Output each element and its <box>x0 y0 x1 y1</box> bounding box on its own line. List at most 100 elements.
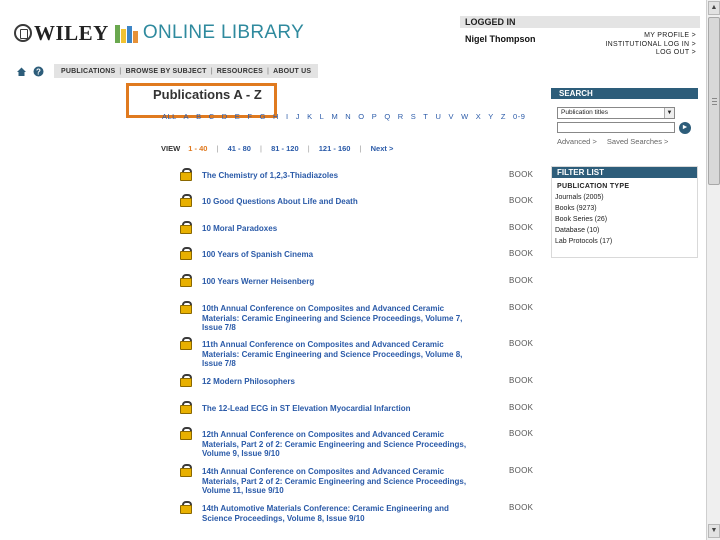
lock-icon <box>180 374 192 387</box>
page-link[interactable]: 81 - 120 <box>271 144 299 153</box>
wiley-seal-icon <box>14 24 32 42</box>
publication-title-link[interactable]: The 12-Lead ECG in ST Elevation Myocardi… <box>202 404 474 414</box>
letter-i[interactable]: I <box>286 112 289 121</box>
letter-v[interactable]: V <box>448 112 454 121</box>
search-scope-select[interactable]: Publication titles ▼ <box>557 107 675 119</box>
publication-type: BOOK <box>509 339 534 348</box>
publication-title-link[interactable]: 11th Annual Conference on Composites and… <box>202 340 474 369</box>
wiley-online-library-logo[interactable]: WILEY ONLINE LIBRARY <box>14 20 304 46</box>
publication-title-link[interactable]: 14th Annual Conference on Composites and… <box>202 467 474 496</box>
letter-b[interactable]: B <box>196 112 202 121</box>
publication-title-link[interactable]: 10 Good Questions About Life and Death <box>202 197 474 207</box>
filter-database[interactable]: Database (10) <box>555 227 599 234</box>
letter-r[interactable]: R <box>398 112 404 121</box>
filter-book-series[interactable]: Book Series (26) <box>555 216 607 223</box>
nav-menu: PUBLICATIONS | BROWSE BY SUBJECT | RESOU… <box>54 64 319 78</box>
nav-publications[interactable]: PUBLICATIONS <box>61 68 115 75</box>
letter-d[interactable]: D <box>222 112 228 121</box>
page-separator: | <box>359 144 362 153</box>
letter-a[interactable]: A <box>184 112 190 121</box>
advanced-search-link[interactable]: Advanced > <box>557 137 597 146</box>
letter-q[interactable]: Q <box>384 112 390 121</box>
my-profile-link[interactable]: MY PROFILE > <box>605 32 696 41</box>
user-name: Nigel Thompson <box>465 34 536 44</box>
saved-searches-link[interactable]: Saved Searches > <box>607 137 669 146</box>
letter-s[interactable]: S <box>411 112 417 121</box>
publication-title-link[interactable]: 100 Years Werner Heisenberg <box>202 277 474 287</box>
letter-g[interactable]: G <box>260 112 266 121</box>
chevron-down-icon[interactable]: ▼ <box>664 108 674 118</box>
page-separator: | <box>260 144 262 153</box>
page: WILEY ONLINE LIBRARY LOGGED IN Nigel Tho… <box>0 0 720 540</box>
publication-type: BOOK <box>509 503 534 512</box>
letter-t[interactable]: T <box>423 112 428 121</box>
letter-w[interactable]: W <box>461 112 469 121</box>
letter-k[interactable]: K <box>307 112 313 121</box>
lock-icon <box>180 221 192 234</box>
lock-icon <box>180 274 192 287</box>
publication-title-link[interactable]: 14th Automotive Materials Conference: Ce… <box>202 504 474 523</box>
scroll-down-icon[interactable]: ▼ <box>708 524 720 538</box>
letter-0-9[interactable]: 0-9 <box>513 112 525 121</box>
filter-heading: FILTER LIST <box>552 167 697 178</box>
letter-n[interactable]: N <box>345 112 351 121</box>
letter-all[interactable]: ALL <box>162 112 177 121</box>
lock-icon <box>180 427 192 440</box>
filter-books[interactable]: Books (9273) <box>555 205 597 212</box>
publication-title-link[interactable]: The Chemistry of 1,2,3-Thiadiazoles <box>202 171 474 181</box>
page-link[interactable]: 41 - 80 <box>228 144 251 153</box>
lock-icon <box>180 337 192 350</box>
lock-icon <box>180 194 192 207</box>
nav-separator: | <box>119 67 122 75</box>
publication-type: BOOK <box>509 429 534 438</box>
filter-journals[interactable]: Journals (2005) <box>555 194 604 201</box>
filter-lab-protocols[interactable]: Lab Protocols (17) <box>555 238 612 245</box>
search-links: Advanced > Saved Searches > <box>557 137 668 146</box>
go-arrow-icon[interactable]: ► <box>679 122 691 134</box>
log-out-link[interactable]: LOG OUT > <box>605 49 696 58</box>
grip-line <box>712 101 717 102</box>
publication-title-link[interactable]: 12 Modern Philosophers <box>202 377 474 387</box>
logo-online-library-text: ONLINE LIBRARY <box>142 22 305 43</box>
letter-u[interactable]: U <box>435 112 441 121</box>
letter-c[interactable]: C <box>209 112 215 121</box>
nav-browse-by-subject[interactable]: BROWSE BY SUBJECT <box>126 68 207 75</box>
publication-title-link[interactable]: 10th Annual Conference on Composites and… <box>202 304 474 333</box>
letter-l[interactable]: L <box>320 112 325 121</box>
publication-title-link[interactable]: 12th Annual Conference on Composites and… <box>202 430 474 459</box>
publication-type: BOOK <box>509 466 534 475</box>
publication-type: BOOK <box>509 249 534 258</box>
grip-line <box>712 98 717 99</box>
search-input[interactable] <box>557 122 675 133</box>
letter-z[interactable]: Z <box>501 112 506 121</box>
letter-o[interactable]: O <box>358 112 364 121</box>
lock-icon <box>180 301 192 314</box>
letter-m[interactable]: M <box>331 112 338 121</box>
logged-in-label: LOGGED IN <box>460 16 700 28</box>
publication-type: BOOK <box>509 196 534 205</box>
help-icon[interactable]: ? <box>33 66 44 77</box>
publication-type: BOOK <box>509 170 534 179</box>
nav-about-us[interactable]: ABOUT US <box>273 68 311 75</box>
nav-resources[interactable]: RESOURCES <box>217 68 263 75</box>
publication-title-link[interactable]: 10 Moral Paradoxes <box>202 224 474 234</box>
letter-p[interactable]: P <box>372 112 378 121</box>
letter-y[interactable]: Y <box>488 112 494 121</box>
scrollbar-thumb[interactable] <box>708 17 720 185</box>
letter-e[interactable]: E <box>235 112 241 121</box>
lock-icon <box>180 247 192 260</box>
letter-f[interactable]: F <box>247 112 252 121</box>
page-link[interactable]: 121 - 160 <box>319 144 351 153</box>
institutional-login-link[interactable]: INSTITUTIONAL LOG IN > <box>605 41 696 50</box>
nav-separator: | <box>266 67 270 75</box>
letter-x[interactable]: X <box>476 112 482 121</box>
letter-h[interactable]: H <box>273 112 279 121</box>
search-heading: SEARCH <box>551 88 698 99</box>
scroll-up-icon[interactable]: ▲ <box>708 1 720 15</box>
publication-title-link[interactable]: 100 Years of Spanish Cinema <box>202 250 474 260</box>
letter-j[interactable]: J <box>296 112 300 121</box>
lock-icon <box>180 168 192 181</box>
vertical-scrollbar[interactable]: ▲ ▼ <box>706 0 720 540</box>
next-page-link[interactable]: Next > <box>371 144 394 153</box>
home-icon[interactable] <box>16 66 27 77</box>
